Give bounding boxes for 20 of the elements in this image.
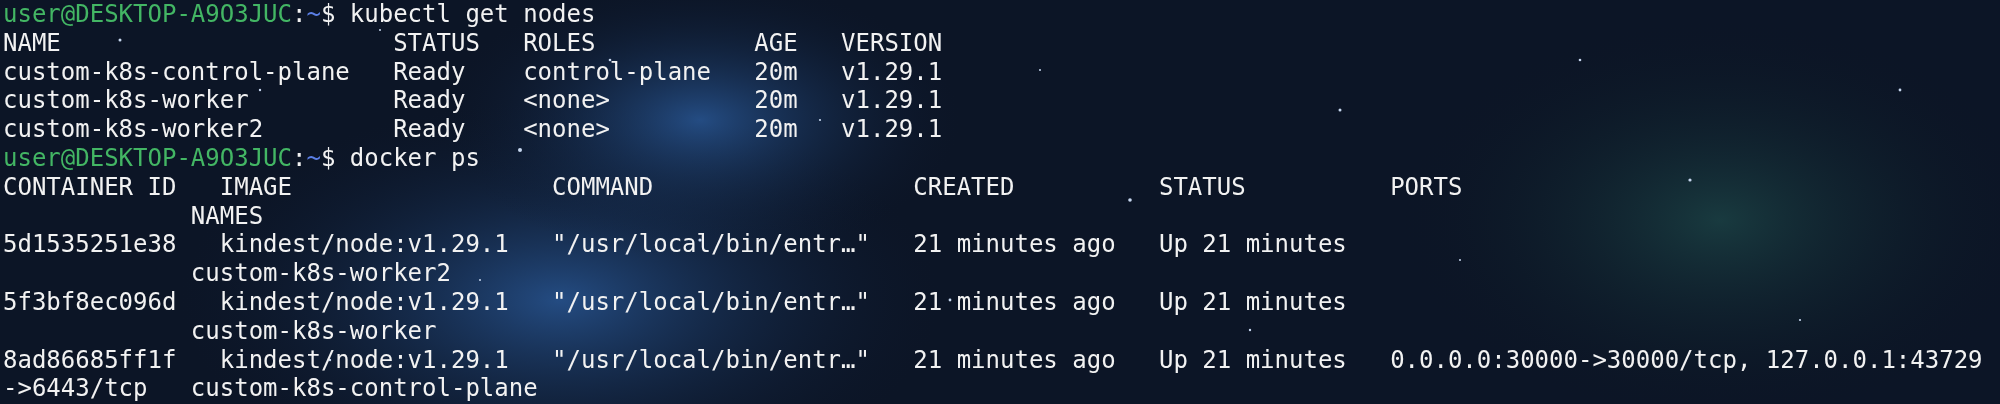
prompt-user-host: user@DESKTOP-A9O3JUC <box>3 144 292 172</box>
prompt-separator: : <box>292 0 307 28</box>
output-line: 5f3bf8ec096d kindest/node:v1.29.1 "/usr/local/bin/entr…" 21 minutes ago Up 21 minutes <box>3 287 1347 316</box>
prompt-user-host: user@DESKTOP-A9O3JUC <box>3 0 292 28</box>
output-line: custom-k8s-worker2 Ready <none> 20m v1.29.1 <box>3 115 943 144</box>
prompt-separator: : <box>292 144 307 172</box>
command-text: $ docker ps <box>320 144 480 172</box>
output-line: NAMES <box>189 201 264 230</box>
output-line: custom-k8s-worker <box>189 316 437 345</box>
output-line: custom-k8s-control-plane Ready control-plane 20m v1.29.1 <box>3 57 943 86</box>
command-text: $ kubectl get nodes <box>320 0 596 28</box>
output-line: 8ad86685ff1f kindest/node:v1.29.1 "/usr/local/bin/entr…" 21 minutes ago Up 21 minutes 0.0.0.0:30000->30000/tcp, 127.0.0.1:43729 <box>3 345 1983 374</box>
prompt-path: ~ <box>306 0 321 28</box>
output-line: CONTAINER ID IMAGE COMMAND CREATED STATUS PORTS <box>3 172 1463 201</box>
output-line: custom-k8s-worker2 <box>189 259 451 288</box>
prompt-path: ~ <box>306 144 321 172</box>
output-line: NAME STATUS ROLES AGE VERSION <box>3 28 943 57</box>
output-line: custom-k8s-worker Ready <none> 20m v1.29.1 <box>3 86 943 115</box>
output-line: ->6443/tcp custom-k8s-control-plane <box>3 374 538 403</box>
output-line: 5d1535251e38 kindest/node:v1.29.1 "/usr/local/bin/entr…" 21 minutes ago Up 21 minutes <box>3 230 1347 259</box>
